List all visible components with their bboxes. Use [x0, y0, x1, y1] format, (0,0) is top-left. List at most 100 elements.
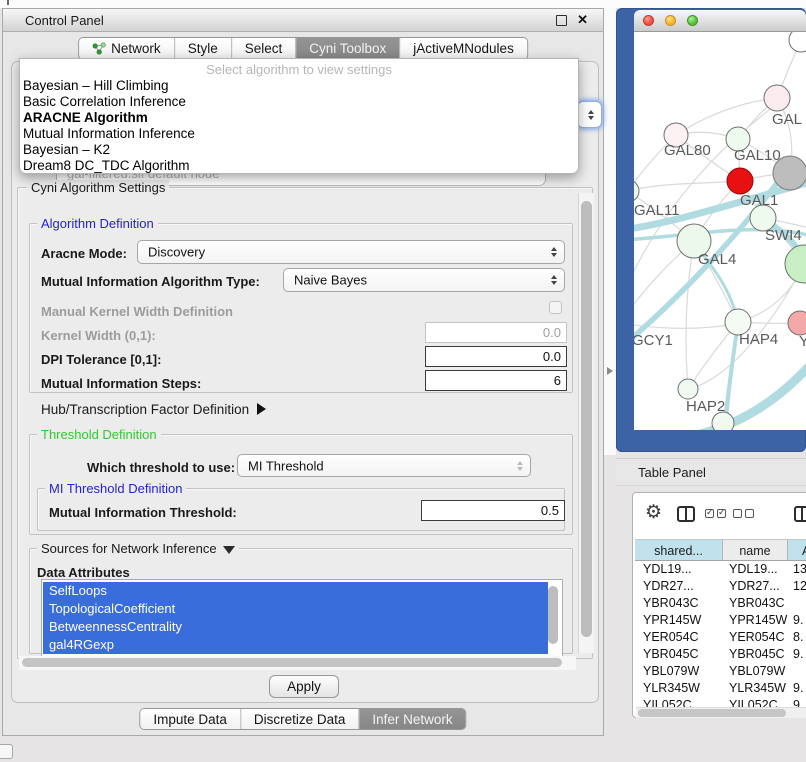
aracne-mode-combobox[interactable]: Discovery: [137, 240, 565, 264]
network-edges-highlight: [634, 160, 806, 430]
hub-definition-label: Hub/Transcription Factor Definition: [41, 402, 249, 417]
table-horizontal-scrollbar[interactable]: [636, 707, 806, 718]
splitter-collapse-icon[interactable]: [607, 367, 613, 375]
table-panel-title: Table Panel: [638, 465, 706, 480]
column-header-cut[interactable]: A: [788, 539, 806, 561]
bottom-corner-button[interactable]: [0, 744, 13, 759]
table-horizontal-scrollbar-thumb[interactable]: [638, 709, 786, 717]
tab-infer-network-label: Infer Network: [372, 712, 452, 727]
which-threshold-value: MI Threshold: [248, 458, 324, 473]
column-header-shared-name[interactable]: shared...: [635, 539, 723, 561]
node-y[interactable]: [788, 311, 806, 335]
dpi-tolerance-field[interactable]: [425, 346, 567, 367]
tab-discretize-data[interactable]: Discretize Data: [240, 709, 359, 729]
data-attributes-list[interactable]: SelfLoops TopologicalCoefficient Between…: [41, 579, 563, 657]
table-mode-icon[interactable]: [794, 506, 806, 522]
svg-text:GAL1: GAL1: [740, 192, 778, 209]
table-panel-card: ⚙ shared... name A YDL19...YDL19...13 YD…: [632, 492, 806, 718]
control-panel-title: Control Panel: [25, 13, 104, 28]
mi-threshold-field[interactable]: [421, 500, 565, 521]
stepper-arrows-icon: [588, 110, 594, 120]
combo-arrows-icon: [551, 247, 557, 257]
tab-cyni-toolbox-label: Cyni Toolbox: [309, 41, 386, 56]
hub-definition-expander[interactable]: Hub/Transcription Factor Definition: [41, 402, 266, 417]
tab-style-label: Style: [188, 41, 218, 56]
table-row[interactable]: YDR27...YDR27...12: [635, 578, 806, 595]
table-toolbar: ⚙: [633, 493, 806, 537]
aracne-mode-label: Aracne Mode:: [41, 246, 127, 261]
table-row[interactable]: YBR043CYBR043C: [635, 595, 806, 612]
split-columns-icon[interactable]: [677, 506, 695, 522]
kernel-width-field[interactable]: [425, 322, 567, 343]
gear-icon[interactable]: ⚙: [645, 502, 662, 524]
tab-infer-network[interactable]: Infer Network: [358, 709, 465, 729]
table-row[interactable]: YPR145WYPR145W9.: [635, 612, 806, 629]
mi-steps-field[interactable]: [425, 370, 567, 391]
attributes-scrollbar-thumb[interactable]: [548, 586, 558, 644]
table-row[interactable]: YBR045CYBR045C9.: [635, 646, 806, 663]
column-header-name[interactable]: name: [723, 539, 788, 561]
tab-network[interactable]: Network: [79, 38, 174, 59]
tab-style[interactable]: Style: [174, 38, 231, 59]
settings-horizontal-scrollbar[interactable]: [19, 656, 576, 670]
node-gal1[interactable]: [727, 168, 753, 194]
table-row[interactable]: YLR345WYLR345W9.: [635, 680, 806, 697]
window-zoom-button[interactable]: [687, 15, 698, 26]
combo-arrows-icon: [517, 461, 523, 471]
collapse-down-icon: [223, 546, 235, 554]
settings-vertical-scrollbar[interactable]: [578, 193, 594, 653]
manual-kernel-width-checkbox[interactable]: [549, 301, 562, 314]
node-unlabeled[interactable]: [789, 32, 806, 52]
screen: Control Panel ✕ Network Style: [0, 0, 806, 762]
combo-arrows-icon: [551, 275, 557, 285]
dropdown-item-bayesian-k2[interactable]: Bayesian – K2: [20, 142, 578, 158]
mi-algorithm-type-combobox[interactable]: Naive Bayes: [283, 268, 565, 292]
window-minimize-button[interactable]: [665, 15, 676, 26]
float-panel-icon[interactable]: [556, 15, 567, 26]
table-panel-bar: Table Panel: [616, 458, 806, 486]
sources-legend[interactable]: Sources for Network Inference: [37, 541, 239, 556]
dropdown-item-aracne[interactable]: ARACNE Algorithm: [20, 110, 578, 126]
mi-threshold-label: Mutual Information Threshold:: [49, 505, 237, 520]
apply-button[interactable]: Apply: [269, 675, 339, 698]
network-window-titlebar[interactable]: [634, 10, 806, 32]
attribute-betweennesscentrality[interactable]: BetweennessCentrality: [43, 618, 548, 636]
attributes-scrollbar[interactable]: [548, 583, 559, 653]
algorithm-dropdown-list[interactable]: Select algorithm to view settings Bayesi…: [19, 58, 579, 174]
settings-vertical-scrollbar-thumb[interactable]: [581, 201, 592, 637]
network-window: GAL GAL80 GAL10 GAL1 GAL11 SWI4 GAL4 GCY…: [634, 10, 806, 430]
node-gal[interactable]: [764, 85, 790, 111]
algorithm-combobox-stepper[interactable]: [577, 101, 602, 128]
node-hap2[interactable]: [678, 379, 698, 399]
tab-jactivemnodules[interactable]: jActiveMNodules: [399, 38, 527, 59]
network-tab-icon: [92, 42, 106, 55]
node-unlabeled[interactable]: [785, 245, 806, 283]
table-row[interactable]: YBL079WYBL079W: [635, 663, 806, 680]
dropdown-item-dream8[interactable]: Dream8 DC_TDC Algorithm: [20, 158, 578, 174]
attribute-selfloops[interactable]: SelfLoops: [43, 582, 548, 600]
settings-horizontal-scrollbar-thumb[interactable]: [22, 658, 562, 667]
dropdown-item-mutual-information[interactable]: Mutual Information Inference: [20, 126, 578, 142]
panel-splitter-gutter[interactable]: [604, 8, 616, 455]
table-row[interactable]: YER054CYER054C8.: [635, 629, 806, 646]
cyni-bottom-tabs: Impute Data Discretize Data Infer Networ…: [139, 708, 466, 730]
network-canvas[interactable]: GAL GAL80 GAL10 GAL1 GAL11 SWI4 GAL4 GCY…: [634, 32, 806, 430]
table-row[interactable]: YDL19...YDL19...13: [635, 561, 806, 578]
deselect-all-checkboxes-icon[interactable]: [733, 509, 754, 518]
dropdown-item-bayesian-hill-climbing[interactable]: Bayesian – Hill Climbing: [20, 78, 578, 94]
window-close-button[interactable]: [643, 15, 654, 26]
tab-impute-data[interactable]: Impute Data: [140, 709, 240, 729]
attribute-gal4rgexp[interactable]: gal4RGexp: [43, 636, 548, 654]
attribute-topologicalcoefficient[interactable]: TopologicalCoefficient: [43, 600, 548, 618]
tab-cyni-toolbox[interactable]: Cyni Toolbox: [295, 38, 399, 59]
algorithm-definition-legend: Algorithm Definition: [37, 216, 158, 231]
mi-algorithm-type-label: Mutual Information Algorithm Type:: [41, 274, 260, 289]
svg-text:HAP2: HAP2: [686, 398, 725, 415]
which-threshold-combobox[interactable]: MI Threshold: [237, 454, 531, 477]
close-panel-icon[interactable]: ✕: [577, 12, 588, 28]
control-panel-titlebar[interactable]: Control Panel ✕: [3, 9, 603, 32]
select-all-checkboxes-icon[interactable]: [705, 509, 726, 518]
tab-network-label: Network: [111, 41, 161, 56]
tab-select[interactable]: Select: [231, 38, 296, 59]
dropdown-item-basic-correlation[interactable]: Basic Correlation Inference: [20, 94, 578, 110]
